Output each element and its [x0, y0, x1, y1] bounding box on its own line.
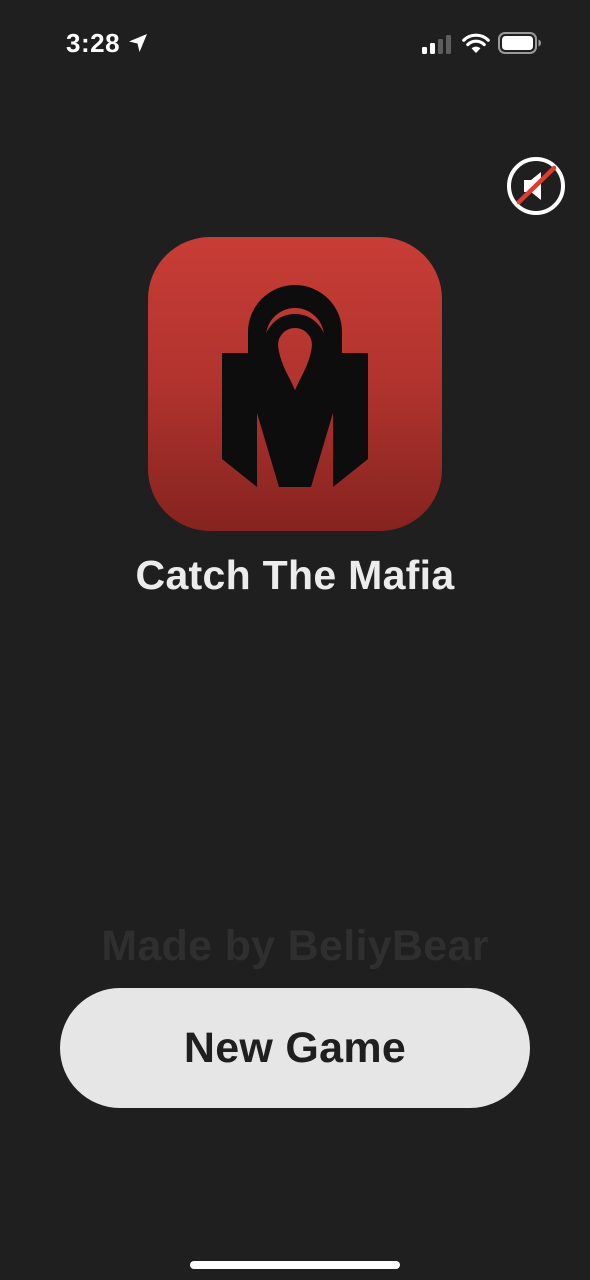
new-game-button[interactable]: New Game — [60, 988, 530, 1108]
mafia-m-lock-icon — [222, 285, 368, 487]
location-arrow-icon — [128, 33, 148, 53]
home-indicator[interactable] — [190, 1261, 400, 1269]
speaker-muted-icon — [507, 157, 565, 215]
battery-icon — [498, 32, 542, 54]
mute-sound-button[interactable] — [506, 156, 566, 216]
app-title: Catch The Mafia — [135, 552, 455, 598]
status-bar: 3:28 — [0, 0, 590, 90]
app-logo — [148, 237, 442, 531]
credit-text: Made by BeliyBear — [101, 922, 489, 970]
cellular-signal-icon — [422, 34, 454, 54]
status-time: 3:28 — [66, 28, 121, 58]
wifi-icon — [462, 32, 490, 54]
